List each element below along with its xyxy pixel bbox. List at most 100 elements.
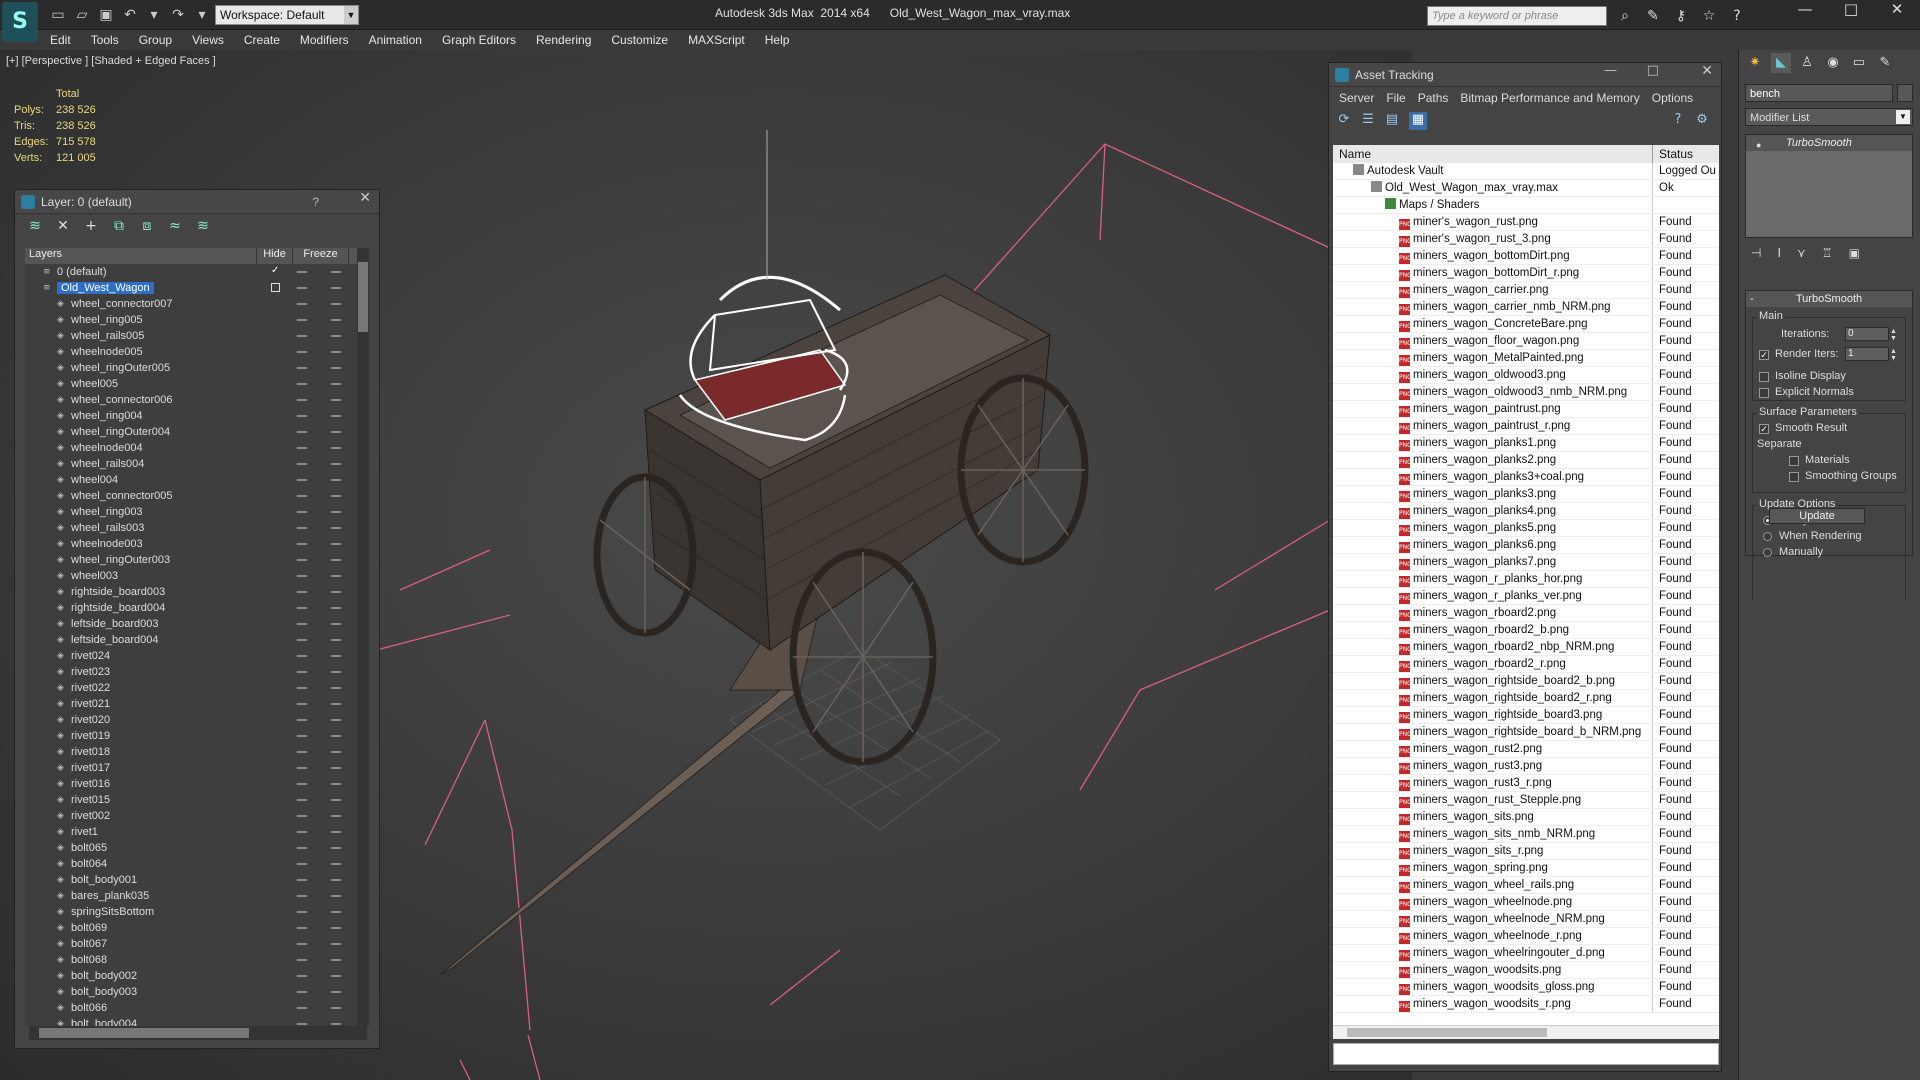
render-iters-checkbox[interactable]: ✓: [1759, 350, 1769, 360]
asset-row[interactable]: PNGminers_wagon_rust_Stepple.png Found: [1333, 792, 1719, 809]
hide-toggle[interactable]: [297, 495, 307, 497]
freeze-toggle[interactable]: [331, 479, 341, 481]
asset-row[interactable]: PNGminers_wagon_woodsits_r.png Found: [1333, 996, 1719, 1013]
asset-row[interactable]: PNGminers_wagon_wheelnode.png Found: [1333, 894, 1719, 911]
hide-toggle[interactable]: [297, 367, 307, 369]
layer-object-row[interactable]: ◈ rivet024: [25, 648, 357, 664]
asset-row[interactable]: Old_West_Wagon_max_vray.max Ok: [1333, 180, 1719, 197]
open-file-icon[interactable]: ▱: [72, 5, 92, 25]
layer-object-row[interactable]: ◈ wheel_connector007: [25, 296, 357, 312]
hide-toggle[interactable]: [297, 831, 307, 833]
asset-row[interactable]: PNGminers_wagon_rightside_board3.png Foun…: [1333, 707, 1719, 724]
asset-row[interactable]: PNGminers_wagon_rightside_board2_r.png Fo…: [1333, 690, 1719, 707]
rollout-header[interactable]: - TurboSmooth: [1746, 291, 1912, 307]
layer-object-row[interactable]: ◈ wheel_ring003: [25, 504, 357, 520]
scrollbar-thumb[interactable]: [358, 262, 368, 332]
layer-object-row[interactable]: ◈ wheel_rails004: [25, 456, 357, 472]
help-icon[interactable]: ?: [1727, 6, 1747, 26]
asset-row[interactable]: PNGminers_wagon_ConcreteBare.png Found: [1333, 316, 1719, 333]
layer-object-row[interactable]: ◈ wheel004: [25, 472, 357, 488]
layer-object-row[interactable]: ◈ wheel005: [25, 376, 357, 392]
spinner-arrows-icon[interactable]: ▲ ▼: [1890, 328, 1900, 342]
asset-row[interactable]: PNGminers_wagon_planks4.png Found: [1333, 503, 1719, 520]
hide-toggle[interactable]: [297, 543, 307, 545]
redo-icon[interactable]: ↷: [168, 5, 188, 25]
menu-views[interactable]: Views: [182, 30, 234, 50]
wagon-3d-scene[interactable]: [300, 50, 1330, 1080]
menu-tools[interactable]: Tools: [81, 30, 129, 50]
asset-row[interactable]: PNGminers_wagon_sits_nmb_NRM.png Found: [1333, 826, 1719, 843]
asset-row[interactable]: PNGminers_wagon_rboard2_r.png Found: [1333, 656, 1719, 673]
asset-row[interactable]: PNGminers_wagon_rust3.png Found: [1333, 758, 1719, 775]
list-view-icon[interactable]: ☰: [1359, 112, 1377, 130]
asset-path-field[interactable]: [1333, 1043, 1719, 1065]
freeze-toggle[interactable]: [331, 799, 341, 801]
layer-object-row[interactable]: ◈ rivet015: [25, 792, 357, 808]
minimize-icon[interactable]: —: [1604, 63, 1617, 78]
asset-row[interactable]: PNGminers_wagon_woodsits.png Found: [1333, 962, 1719, 979]
freeze-toggle[interactable]: [331, 991, 341, 993]
modifier-stack-item[interactable]: ● TurboSmooth: [1746, 135, 1912, 151]
freeze-column-header[interactable]: Freeze: [293, 248, 349, 264]
freeze-toggle[interactable]: [331, 767, 341, 769]
undo-icon[interactable]: ↶: [120, 5, 140, 25]
asset-row[interactable]: PNGminers_wagon_paintrust.png Found: [1333, 401, 1719, 418]
key-icon[interactable]: ⚷: [1671, 6, 1691, 26]
asset-row[interactable]: PNGminers_wagon_wheelringouter_d.png Foun…: [1333, 945, 1719, 962]
create-tab-icon[interactable]: ✷: [1745, 53, 1765, 73]
layer-horizontal-scrollbar[interactable]: [29, 1026, 367, 1040]
freeze-toggle[interactable]: [331, 319, 341, 321]
asset-row[interactable]: PNGminers_wagon_planks3.png Found: [1333, 486, 1719, 503]
workspace-select[interactable]: Workspace: Default ▼: [215, 5, 359, 25]
remove-modifier-icon[interactable]: ♖: [1822, 246, 1833, 266]
freeze-toggle[interactable]: [331, 287, 341, 289]
asset-menu-paths[interactable]: Paths: [1412, 87, 1455, 109]
freeze-toggle[interactable]: [331, 511, 341, 513]
asset-row[interactable]: PNGminers_wagon_rust2.png Found: [1333, 741, 1719, 758]
details-view-icon[interactable]: ▤: [1383, 112, 1401, 130]
materials-checkbox[interactable]: [1789, 456, 1799, 466]
app-logo-icon[interactable]: S: [2, 2, 38, 42]
layer-object-row[interactable]: ◈ rivet020: [25, 712, 357, 728]
layer-object-row[interactable]: ◈ bolt_body002: [25, 968, 357, 984]
hide-toggle[interactable]: [297, 703, 307, 705]
asset-row[interactable]: PNGminers_wagon_MetalPainted.png Found: [1333, 350, 1719, 367]
layer-object-row[interactable]: ◈ bolt065: [25, 840, 357, 856]
hide-toggle[interactable]: [297, 719, 307, 721]
asset-row[interactable]: Maps / Shaders: [1333, 197, 1719, 214]
asset-row[interactable]: Autodesk Vault Logged Ou: [1333, 163, 1719, 180]
layer-vertical-scrollbar[interactable]: [357, 248, 369, 1026]
asset-menu-bitmap[interactable]: Bitmap Performance and Memory: [1454, 87, 1645, 109]
freeze-toggle[interactable]: [331, 495, 341, 497]
freeze-toggle[interactable]: [331, 639, 341, 641]
maximize-icon[interactable]: □: [1828, 0, 1874, 28]
freeze-toggle[interactable]: [331, 911, 341, 913]
freeze-toggle[interactable]: [331, 543, 341, 545]
freeze-toggle[interactable]: [331, 735, 341, 737]
hide-toggle[interactable]: [297, 799, 307, 801]
menu-help[interactable]: Help: [755, 30, 800, 50]
freeze-toggle[interactable]: [331, 719, 341, 721]
asset-row[interactable]: PNGminer's_wagon_rust_3.png Found: [1333, 231, 1719, 248]
asset-row[interactable]: PNGminers_wagon_planks3+coal.png Found: [1333, 469, 1719, 486]
hide-toggle[interactable]: [297, 959, 307, 961]
layer-object-row[interactable]: ◈ springSitsBottom: [25, 904, 357, 920]
asset-row[interactable]: PNGminers_wagon_bottomDirt_r.png Found: [1333, 265, 1719, 282]
asset-menu-options[interactable]: Options: [1646, 87, 1699, 109]
hide-toggle[interactable]: [297, 383, 307, 385]
freeze-toggle[interactable]: [331, 607, 341, 609]
freeze-toggle[interactable]: [331, 1007, 341, 1009]
menu-edit[interactable]: Edit: [40, 30, 81, 50]
menu-customize[interactable]: Customize: [601, 30, 678, 50]
create-layer-icon[interactable]: ≋: [25, 218, 45, 236]
layer-object-row[interactable]: ◈ wheel_connector006: [25, 392, 357, 408]
smooth-result-checkbox[interactable]: ✓: [1759, 424, 1769, 434]
smoothing-groups-checkbox[interactable]: [1789, 472, 1799, 482]
help-icon[interactable]: ?: [312, 190, 319, 214]
current-layer-check-icon[interactable]: ✓: [271, 265, 279, 276]
configure-sets-icon[interactable]: ▣: [1849, 246, 1860, 266]
asset-row[interactable]: PNGminers_wagon_oldwood3_nmb_NRM.png Foun…: [1333, 384, 1719, 401]
freeze-toggle[interactable]: [331, 831, 341, 833]
hide-toggle[interactable]: [297, 591, 307, 593]
name-column-header[interactable]: Name: [1333, 145, 1653, 163]
